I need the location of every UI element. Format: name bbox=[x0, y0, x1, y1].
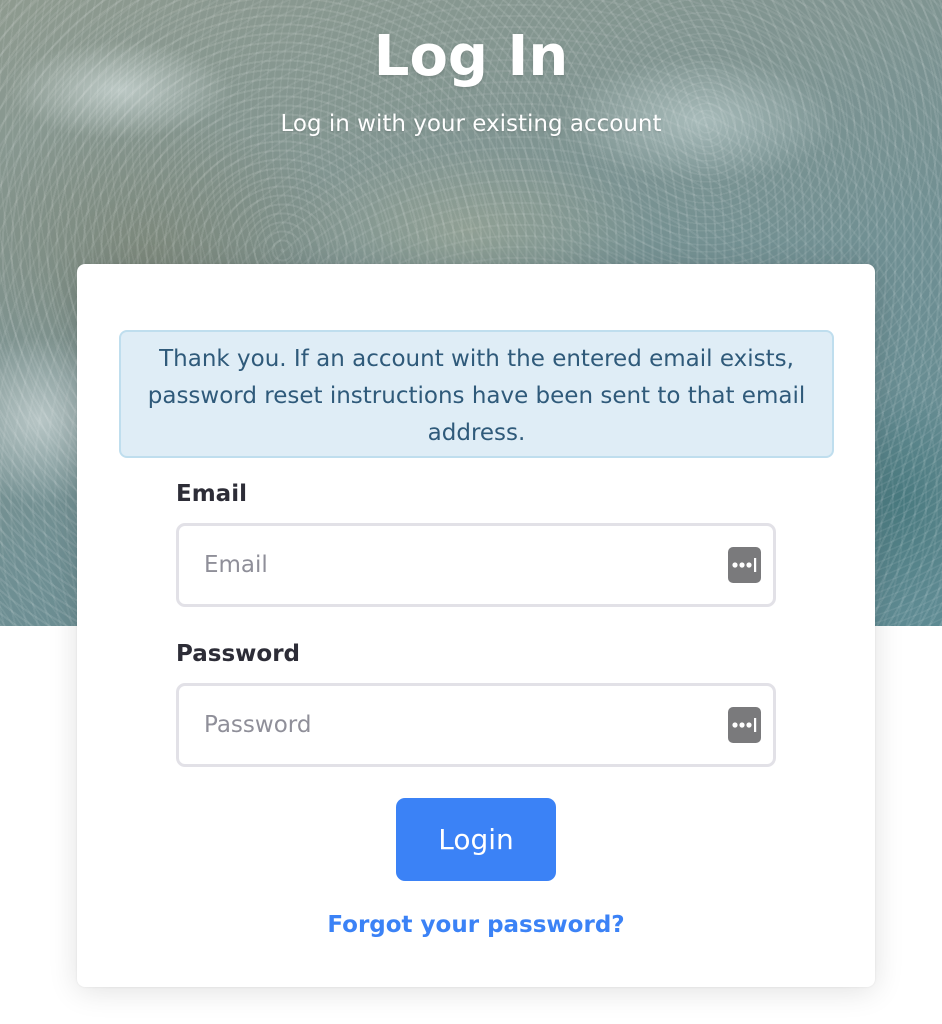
forgot-password-link[interactable]: Forgot your password? bbox=[77, 912, 875, 938]
login-button[interactable]: Login bbox=[396, 798, 556, 881]
password-field-wrapper bbox=[176, 683, 776, 767]
page-title: Log In bbox=[373, 24, 569, 89]
password-input[interactable] bbox=[179, 686, 773, 764]
page-subtitle: Log in with your existing account bbox=[280, 111, 662, 137]
email-field-wrapper bbox=[176, 523, 776, 607]
reset-confirmation-alert: Thank you. If an account with the entere… bbox=[119, 330, 834, 458]
login-card: Thank you. If an account with the entere… bbox=[77, 264, 875, 987]
password-manager-icon[interactable] bbox=[728, 707, 761, 743]
password-manager-icon[interactable] bbox=[728, 547, 761, 583]
email-input[interactable] bbox=[179, 526, 773, 604]
password-label: Password bbox=[176, 641, 300, 667]
email-label: Email bbox=[176, 481, 247, 507]
